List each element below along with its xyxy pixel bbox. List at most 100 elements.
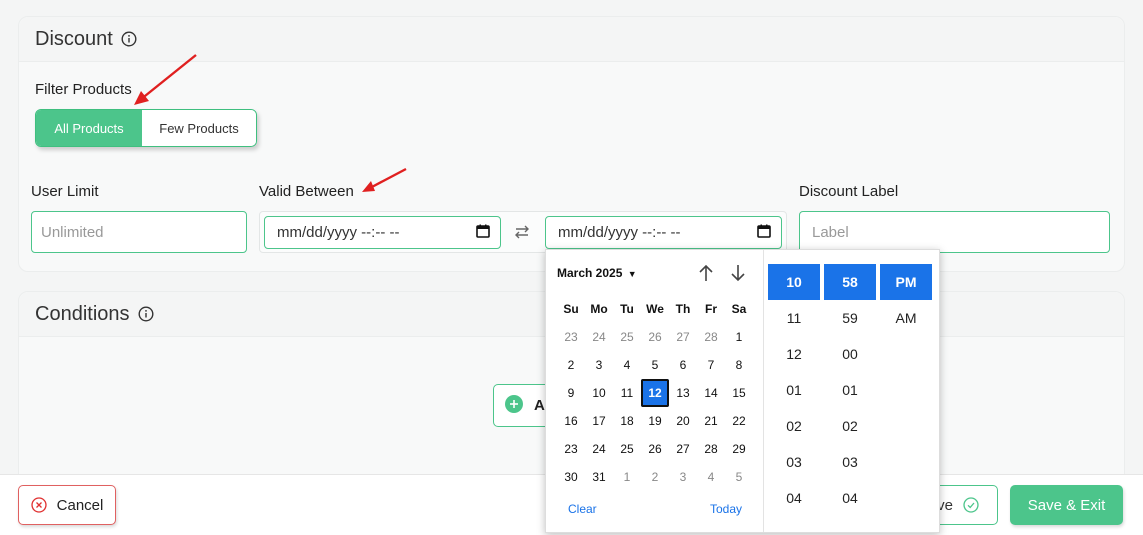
conditions-title: Conditions [35, 302, 130, 325]
day-cell[interactable]: 8 [725, 351, 753, 379]
day-cell[interactable]: 26 [641, 323, 669, 351]
weekday-header: Tu [620, 302, 634, 316]
datetime-picker-popup: March 2025 ▼ Su Mo Tu We Th Fr Sa 23 24 … [545, 249, 940, 533]
discount-label-label: Discount Label [799, 183, 899, 200]
hour-option[interactable]: 03 [768, 444, 820, 480]
day-cell[interactable]: 22 [725, 407, 753, 435]
day-cell[interactable]: 30 [557, 463, 585, 491]
cancel-icon [30, 497, 47, 513]
today-link[interactable]: Today [710, 502, 742, 516]
day-cell[interactable]: 17 [585, 407, 613, 435]
day-cell[interactable]: 23 [557, 323, 585, 351]
minute-option[interactable]: 04 [824, 480, 876, 516]
day-cell[interactable]: 2 [557, 351, 585, 379]
start-datetime-input[interactable]: mm/dd/yyyy --:-- -- [264, 216, 501, 249]
annotation-arrow [128, 52, 200, 113]
end-datetime-input[interactable]: mm/dd/yyyy --:-- -- [545, 216, 782, 249]
day-cell[interactable]: 1 [613, 463, 641, 491]
add-condition-label: A [534, 397, 545, 414]
cancel-label: Cancel [56, 496, 104, 514]
calendar-panel: March 2025 ▼ Su Mo Tu We Th Fr Sa 23 24 … [546, 250, 763, 532]
end-datetime-placeholder: mm/dd/yyyy --:-- -- [558, 224, 681, 241]
previous-month-arrow-icon[interactable] [697, 263, 715, 288]
day-cell[interactable]: 16 [557, 407, 585, 435]
minute-option[interactable]: 03 [824, 444, 876, 480]
day-cell[interactable]: 25 [613, 323, 641, 351]
all-products-option[interactable]: All Products [36, 110, 142, 146]
minute-option[interactable]: 02 [824, 408, 876, 444]
weekday-header: Fr [705, 302, 717, 316]
weekday-header: Su [563, 302, 579, 316]
day-cell[interactable]: 19 [641, 407, 669, 435]
day-cell[interactable]: 11 [613, 379, 641, 407]
info-icon[interactable] [121, 31, 137, 47]
cancel-button[interactable]: Cancel [18, 485, 116, 525]
meridiem-option[interactable]: AM [880, 300, 932, 336]
day-cell[interactable]: 3 [669, 463, 697, 491]
day-cell[interactable]: 31 [585, 463, 613, 491]
day-cell[interactable]: 23 [557, 435, 585, 463]
selected-minute[interactable]: 58 [824, 264, 876, 300]
day-cell[interactable]: 18 [613, 407, 641, 435]
day-cell[interactable]: 25 [613, 435, 641, 463]
day-cell[interactable]: 10 [585, 379, 613, 407]
hour-option[interactable]: 12 [768, 336, 820, 372]
day-cell[interactable]: 2 [641, 463, 669, 491]
day-cell[interactable]: 4 [613, 351, 641, 379]
day-cell[interactable]: 14 [697, 379, 725, 407]
discount-label-input[interactable]: Label [799, 211, 1110, 253]
day-cell[interactable]: 29 [725, 435, 753, 463]
day-cell[interactable]: 3 [585, 351, 613, 379]
day-cell[interactable]: 27 [669, 323, 697, 351]
minute-option[interactable]: 00 [824, 336, 876, 372]
day-cell[interactable]: 24 [585, 323, 613, 351]
hour-option[interactable]: 04 [768, 480, 820, 516]
minute-option[interactable]: 01 [824, 372, 876, 408]
plus-icon [505, 394, 523, 417]
day-cell[interactable]: 28 [697, 435, 725, 463]
month-year-label: March 2025 [557, 266, 623, 280]
day-cell[interactable]: 1 [725, 323, 753, 351]
minute-option[interactable]: 59 [824, 300, 876, 336]
day-cell[interactable]: 21 [697, 407, 725, 435]
time-panel: 10 11 12 01 02 03 04 58 59 00 01 02 03 0… [763, 250, 940, 532]
annotation-arrow [360, 166, 410, 201]
selected-day-cell[interactable]: 12 [641, 379, 669, 407]
calendar-icon[interactable] [476, 224, 490, 242]
filter-products-label: Filter Products [35, 81, 132, 98]
selected-hour[interactable]: 10 [768, 264, 820, 300]
swap-icon [513, 223, 531, 246]
day-grid: Su Mo Tu We Th Fr Sa 23 24 25 26 27 28 1… [557, 295, 753, 491]
selected-meridiem[interactable]: PM [880, 264, 932, 300]
clear-link[interactable]: Clear [568, 502, 597, 516]
day-cell[interactable]: 5 [725, 463, 753, 491]
start-datetime-placeholder: mm/dd/yyyy --:-- -- [277, 224, 400, 241]
info-icon[interactable] [138, 306, 154, 322]
day-cell[interactable]: 7 [697, 351, 725, 379]
day-cell[interactable]: 27 [669, 435, 697, 463]
day-cell[interactable]: 26 [641, 435, 669, 463]
day-cell[interactable]: 15 [725, 379, 753, 407]
day-cell[interactable]: 5 [641, 351, 669, 379]
user-limit-input[interactable]: Unlimited [31, 211, 247, 253]
save-exit-button[interactable]: Save & Exit [1010, 485, 1123, 525]
day-cell[interactable]: 24 [585, 435, 613, 463]
hour-option[interactable]: 11 [768, 300, 820, 336]
day-cell[interactable]: 6 [669, 351, 697, 379]
day-cell[interactable]: 13 [669, 379, 697, 407]
day-cell[interactable]: 4 [697, 463, 725, 491]
weekday-header: Sa [731, 302, 747, 316]
filter-toggle: All Products Few Products [35, 109, 257, 147]
discount-title: Discount [35, 27, 113, 50]
calendar-icon[interactable] [757, 224, 771, 242]
weekday-header: Mo [590, 302, 608, 316]
hour-option[interactable]: 01 [768, 372, 820, 408]
day-cell[interactable]: 20 [669, 407, 697, 435]
month-year-dropdown[interactable]: March 2025 ▼ [557, 266, 637, 280]
next-month-arrow-icon[interactable] [729, 263, 747, 288]
hour-option[interactable]: 02 [768, 408, 820, 444]
meridiem-column: PM AM [880, 264, 932, 336]
day-cell[interactable]: 9 [557, 379, 585, 407]
day-cell[interactable]: 28 [697, 323, 725, 351]
few-products-option[interactable]: Few Products [142, 110, 256, 146]
